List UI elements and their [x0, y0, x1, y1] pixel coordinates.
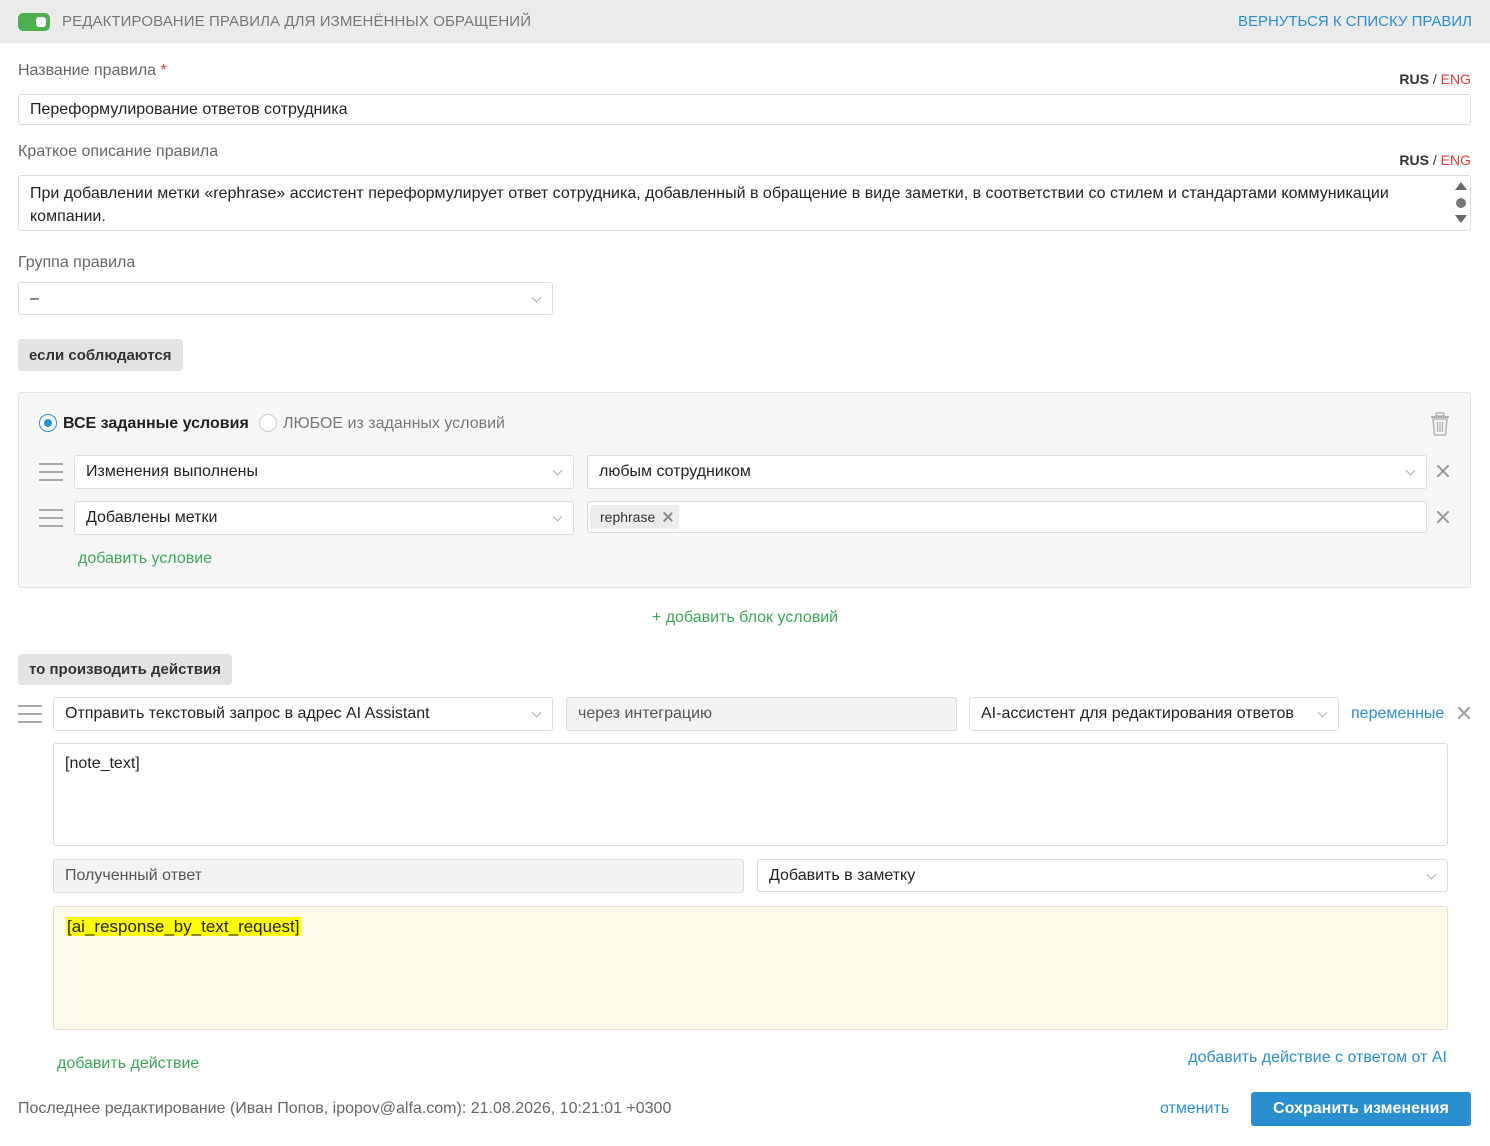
description-value: При добавлении метки «rephrase» ассистен…: [30, 185, 1389, 225]
action-type-value: Отправить текстовый запрос в адрес AI As…: [65, 705, 430, 722]
remove-tag-icon[interactable]: [663, 512, 673, 522]
tag-label: rephrase: [600, 509, 656, 525]
conditions-block: ВСЕ заданные условия ЛЮБОЕ из заданных у…: [18, 392, 1471, 588]
chevron-down-icon: [552, 511, 563, 522]
condition-field-value: Добавлены метки: [86, 509, 218, 526]
chevron-down-icon: [531, 292, 542, 303]
lang-rus[interactable]: RUS: [1399, 71, 1429, 87]
lang-eng[interactable]: ENG: [1441, 152, 1471, 168]
add-ai-action-link[interactable]: добавить действие с ответом от AI: [1188, 1049, 1447, 1067]
lang-separator: /: [1432, 152, 1437, 168]
scroll-down-icon[interactable]: [1455, 215, 1467, 223]
lang-rus[interactable]: RUS: [1399, 152, 1429, 168]
variables-link[interactable]: переменные: [1351, 705, 1444, 723]
lang-separator: /: [1432, 71, 1437, 87]
rule-name-label-text: Название правила: [18, 62, 157, 79]
mode-all-label[interactable]: ВСЕ заданные условия: [63, 415, 249, 433]
add-condition-block-link[interactable]: + добавить блок условий: [0, 609, 1490, 627]
response-target-value: Добавить в заметку: [769, 866, 916, 884]
chevron-down-icon: [1317, 707, 1328, 718]
tag-chip: rephrase: [590, 505, 680, 529]
group-value: –: [30, 289, 39, 307]
drag-handle-icon[interactable]: [18, 705, 42, 723]
scroll-up-icon[interactable]: [1455, 182, 1467, 190]
remove-condition-icon[interactable]: [1436, 464, 1450, 478]
condition-field-select[interactable]: Добавлены метки: [74, 501, 574, 535]
tags-input[interactable]: rephrase: [587, 501, 1427, 533]
response-variable: [ai_response_by_text_request]: [66, 917, 301, 936]
group-select[interactable]: –: [18, 282, 553, 315]
add-condition-link[interactable]: добавить условие: [78, 550, 212, 568]
rule-active-toggle[interactable]: [18, 13, 50, 31]
assistant-value: AI-ассистент для редактирования ответов: [981, 705, 1294, 722]
page-title: РЕДАКТИРОВАНИЕ ПРАВИЛА ДЛЯ ИЗМЕНЁННЫХ ОБ…: [62, 13, 532, 30]
description-lang-switch: RUS / ENG: [1399, 152, 1471, 168]
chevron-down-icon: [552, 465, 563, 476]
request-textarea[interactable]: [note_text]: [53, 743, 1448, 846]
cancel-link[interactable]: отменить: [1160, 1100, 1229, 1118]
mode-all-radio[interactable]: [39, 414, 57, 432]
rule-name-label: Название правила *: [18, 62, 167, 80]
rule-name-lang-switch: RUS / ENG: [1399, 71, 1471, 87]
actions-section-label: то производить действия: [18, 654, 232, 685]
condition-field-select[interactable]: Изменения выполнены: [74, 455, 574, 489]
rule-name-input[interactable]: Переформулирование ответов сотрудника: [18, 94, 1471, 125]
request-text: [note_text]: [65, 755, 140, 772]
mode-any-label[interactable]: ЛЮБОЕ из заданных условий: [283, 415, 505, 433]
condition-value: любым сотрудником: [599, 463, 751, 480]
response-target-select[interactable]: Добавить в заметку: [757, 859, 1448, 892]
save-button[interactable]: Сохранить изменения: [1251, 1092, 1471, 1126]
response-label-value: Полученный ответ: [65, 867, 203, 884]
chevron-down-icon: [531, 707, 542, 718]
response-label-field: Полученный ответ: [53, 859, 744, 893]
chevron-down-icon: [1405, 465, 1416, 476]
drag-handle-icon[interactable]: [39, 509, 63, 527]
conditions-section-label: если соблюдаются: [18, 339, 183, 371]
lang-eng[interactable]: ENG: [1441, 71, 1471, 87]
condition-value-select[interactable]: любым сотрудником: [587, 455, 1427, 489]
scrollbar-thumb[interactable]: [1456, 198, 1466, 208]
via-integration-value: через интеграцию: [578, 705, 713, 722]
drag-handle-icon[interactable]: [39, 463, 63, 481]
rule-name-value: Переформулирование ответов сотрудника: [30, 100, 348, 118]
add-action-link[interactable]: добавить действие: [57, 1055, 199, 1073]
back-to-rules-link[interactable]: ВЕРНУТЬСЯ К СПИСКУ ПРАВИЛ: [1238, 13, 1472, 30]
assistant-select[interactable]: AI-ассистент для редактирования ответов: [969, 697, 1339, 731]
required-mark: *: [160, 62, 167, 79]
action-type-select[interactable]: Отправить текстовый запрос в адрес AI As…: [53, 697, 553, 731]
description-label: Краткое описание правила: [18, 143, 219, 160]
group-label: Группа правила: [18, 254, 136, 271]
description-textarea[interactable]: При добавлении метки «rephrase» ассистен…: [18, 175, 1471, 231]
remove-action-icon[interactable]: [1457, 706, 1471, 720]
response-textarea[interactable]: [ai_response_by_text_request]: [53, 906, 1448, 1030]
condition-field-value: Изменения выполнены: [86, 463, 258, 480]
last-edit-info: Последнее редактирование (Иван Попов, ip…: [18, 1100, 672, 1117]
header-bar: РЕДАКТИРОВАНИЕ ПРАВИЛА ДЛЯ ИЗМЕНЁННЫХ ОБ…: [0, 0, 1490, 43]
mode-any-radio[interactable]: [259, 414, 277, 432]
chevron-down-icon: [1426, 869, 1437, 880]
trash-icon[interactable]: [1430, 412, 1450, 436]
remove-condition-icon[interactable]: [1436, 510, 1450, 524]
via-integration-field: через интеграцию: [566, 697, 957, 731]
